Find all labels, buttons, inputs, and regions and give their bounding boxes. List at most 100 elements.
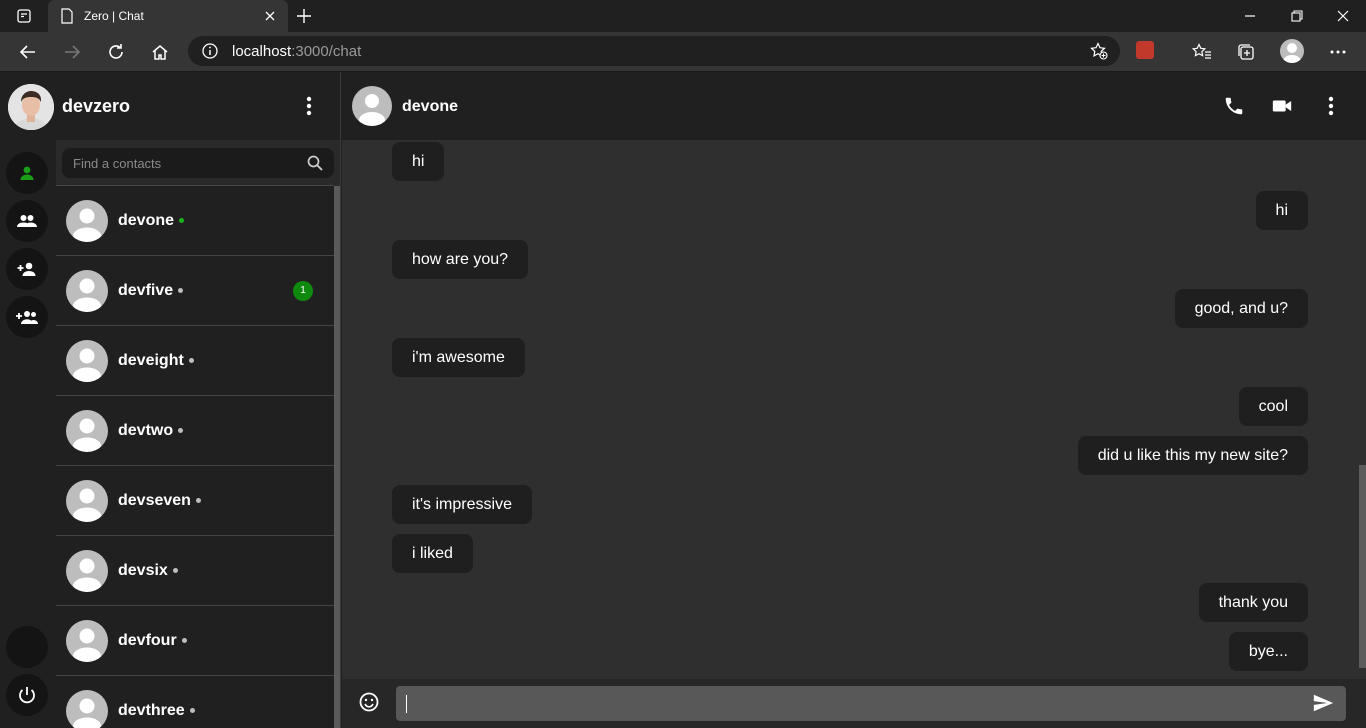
browser-titlebar: Zero | Chat <box>0 0 1366 32</box>
add-favorite-icon[interactable] <box>1090 42 1108 60</box>
contact-item[interactable]: devfive 1 <box>56 255 334 325</box>
close-tab-icon[interactable] <box>264 10 276 22</box>
contact-name-wrap: devseven <box>118 492 201 510</box>
contact-item[interactable]: devtwo <box>56 395 334 465</box>
outgoing-message: cool <box>1238 387 1308 426</box>
forward-icon[interactable] <box>60 40 84 64</box>
contact-avatar <box>66 200 108 242</box>
home-icon[interactable] <box>148 40 172 64</box>
contact-item[interactable]: devfour <box>56 605 334 675</box>
emoji-icon[interactable] <box>358 691 380 713</box>
search-input[interactable] <box>62 148 302 178</box>
contact-name: devfour <box>118 632 177 649</box>
contact-avatar <box>66 480 108 522</box>
peer-avatar[interactable] <box>352 86 392 126</box>
url-path: :3000/chat <box>291 43 362 60</box>
contact-avatar <box>66 410 108 452</box>
contacts-scrollbar[interactable] <box>334 186 340 728</box>
video-call-icon[interactable] <box>1270 94 1294 118</box>
browser-toolbar: localhost:3000/chat <box>0 32 1366 72</box>
user-avatar[interactable] <box>8 84 54 130</box>
offline-status-dot <box>178 288 184 294</box>
message-input[interactable] <box>396 686 1346 721</box>
refresh-icon[interactable] <box>104 40 128 64</box>
back-icon[interactable] <box>16 40 40 64</box>
contact-name: devtwo <box>118 422 174 439</box>
site-info-icon[interactable] <box>202 43 218 59</box>
contact-avatar <box>66 690 108 728</box>
user-name: devzero <box>62 96 131 116</box>
online-status-dot <box>179 218 185 224</box>
new-tab-icon[interactable] <box>296 8 312 24</box>
contact-item[interactable]: devone <box>56 185 334 255</box>
contact-name: devsix <box>118 562 168 579</box>
voice-call-icon[interactable] <box>1222 94 1246 118</box>
contact-avatar <box>66 550 108 592</box>
search-icon[interactable] <box>306 154 324 172</box>
url-text[interactable]: localhost:3000/chat <box>232 43 361 60</box>
contact-name-wrap: devthree <box>118 702 195 720</box>
tab-actions-icon[interactable] <box>16 8 32 24</box>
chat-header: devone <box>342 72 1366 140</box>
address-bar[interactable]: localhost:3000/chat <box>188 36 1120 66</box>
unread-badge: 1 <box>293 281 313 301</box>
incoming-message: hi <box>392 142 445 181</box>
outgoing-message: hi <box>1255 191 1308 230</box>
contact-item[interactable]: devsix <box>56 535 334 605</box>
user-header: devzero <box>0 72 341 140</box>
peer-name: devone <box>402 98 459 115</box>
add-group-nav-icon[interactable] <box>6 296 48 338</box>
nav-rail <box>0 140 56 728</box>
contact-name: devseven <box>118 492 191 509</box>
offline-status-dot <box>181 638 187 644</box>
close-window-icon[interactable] <box>1333 6 1353 26</box>
logout-icon[interactable] <box>6 674 48 716</box>
incoming-message: i'm awesome <box>392 338 525 377</box>
minimize-icon[interactable] <box>1240 6 1260 26</box>
contact-name-wrap: devsix <box>118 562 178 580</box>
browser-tab[interactable]: Zero | Chat <box>48 0 288 32</box>
text-caret <box>406 695 407 713</box>
add-contact-nav-icon[interactable] <box>6 248 48 290</box>
extension-icon[interactable] <box>1136 41 1154 59</box>
contact-name: deveight <box>118 352 184 369</box>
favorites-icon[interactable] <box>1190 40 1214 64</box>
offline-status-dot <box>188 358 194 364</box>
contact-name-wrap: devone <box>118 212 185 230</box>
contact-avatar <box>66 620 108 662</box>
contact-item[interactable]: devseven <box>56 465 334 535</box>
contact-name-wrap: devfive <box>118 282 184 300</box>
tab-title: Zero | Chat <box>84 9 144 23</box>
groups-nav-icon[interactable] <box>6 200 48 242</box>
more-options-icon[interactable] <box>1326 40 1350 64</box>
contact-name: devone <box>118 212 175 229</box>
chat-menu-icon[interactable] <box>1319 94 1343 118</box>
contact-item[interactable]: devthree <box>56 675 334 728</box>
contact-item[interactable]: deveight <box>56 325 334 395</box>
contacts-nav-icon[interactable] <box>6 152 48 194</box>
theme-toggle-icon[interactable] <box>6 626 48 668</box>
contact-name-wrap: deveight <box>118 352 194 370</box>
contact-avatar <box>66 340 108 382</box>
contacts-panel: devone devfive 1 deveight devtwo devseven devs… <box>56 140 341 728</box>
contact-name-wrap: devfour <box>118 632 187 650</box>
outgoing-message: did u like this my new site? <box>1077 436 1308 475</box>
outgoing-message: thank you <box>1198 583 1308 622</box>
contact-name: devfive <box>118 282 174 299</box>
outgoing-message: bye... <box>1228 632 1308 671</box>
restore-icon[interactable] <box>1287 6 1307 26</box>
incoming-message: i liked <box>392 534 473 573</box>
contact-name: devthree <box>118 702 185 719</box>
send-icon[interactable] <box>1312 692 1334 714</box>
profile-avatar[interactable] <box>1280 39 1304 63</box>
user-menu-icon[interactable] <box>300 94 318 118</box>
collections-icon[interactable] <box>1234 40 1258 64</box>
messages-scrollbar[interactable] <box>1359 465 1366 668</box>
contact-name-wrap: devtwo <box>118 422 184 440</box>
offline-status-dot <box>172 568 178 574</box>
contact-search <box>62 148 334 178</box>
url-host: localhost <box>232 43 292 60</box>
chat-app: devzero devonedev <box>0 72 1366 728</box>
contact-avatar <box>66 270 108 312</box>
message-composer <box>342 679 1366 728</box>
